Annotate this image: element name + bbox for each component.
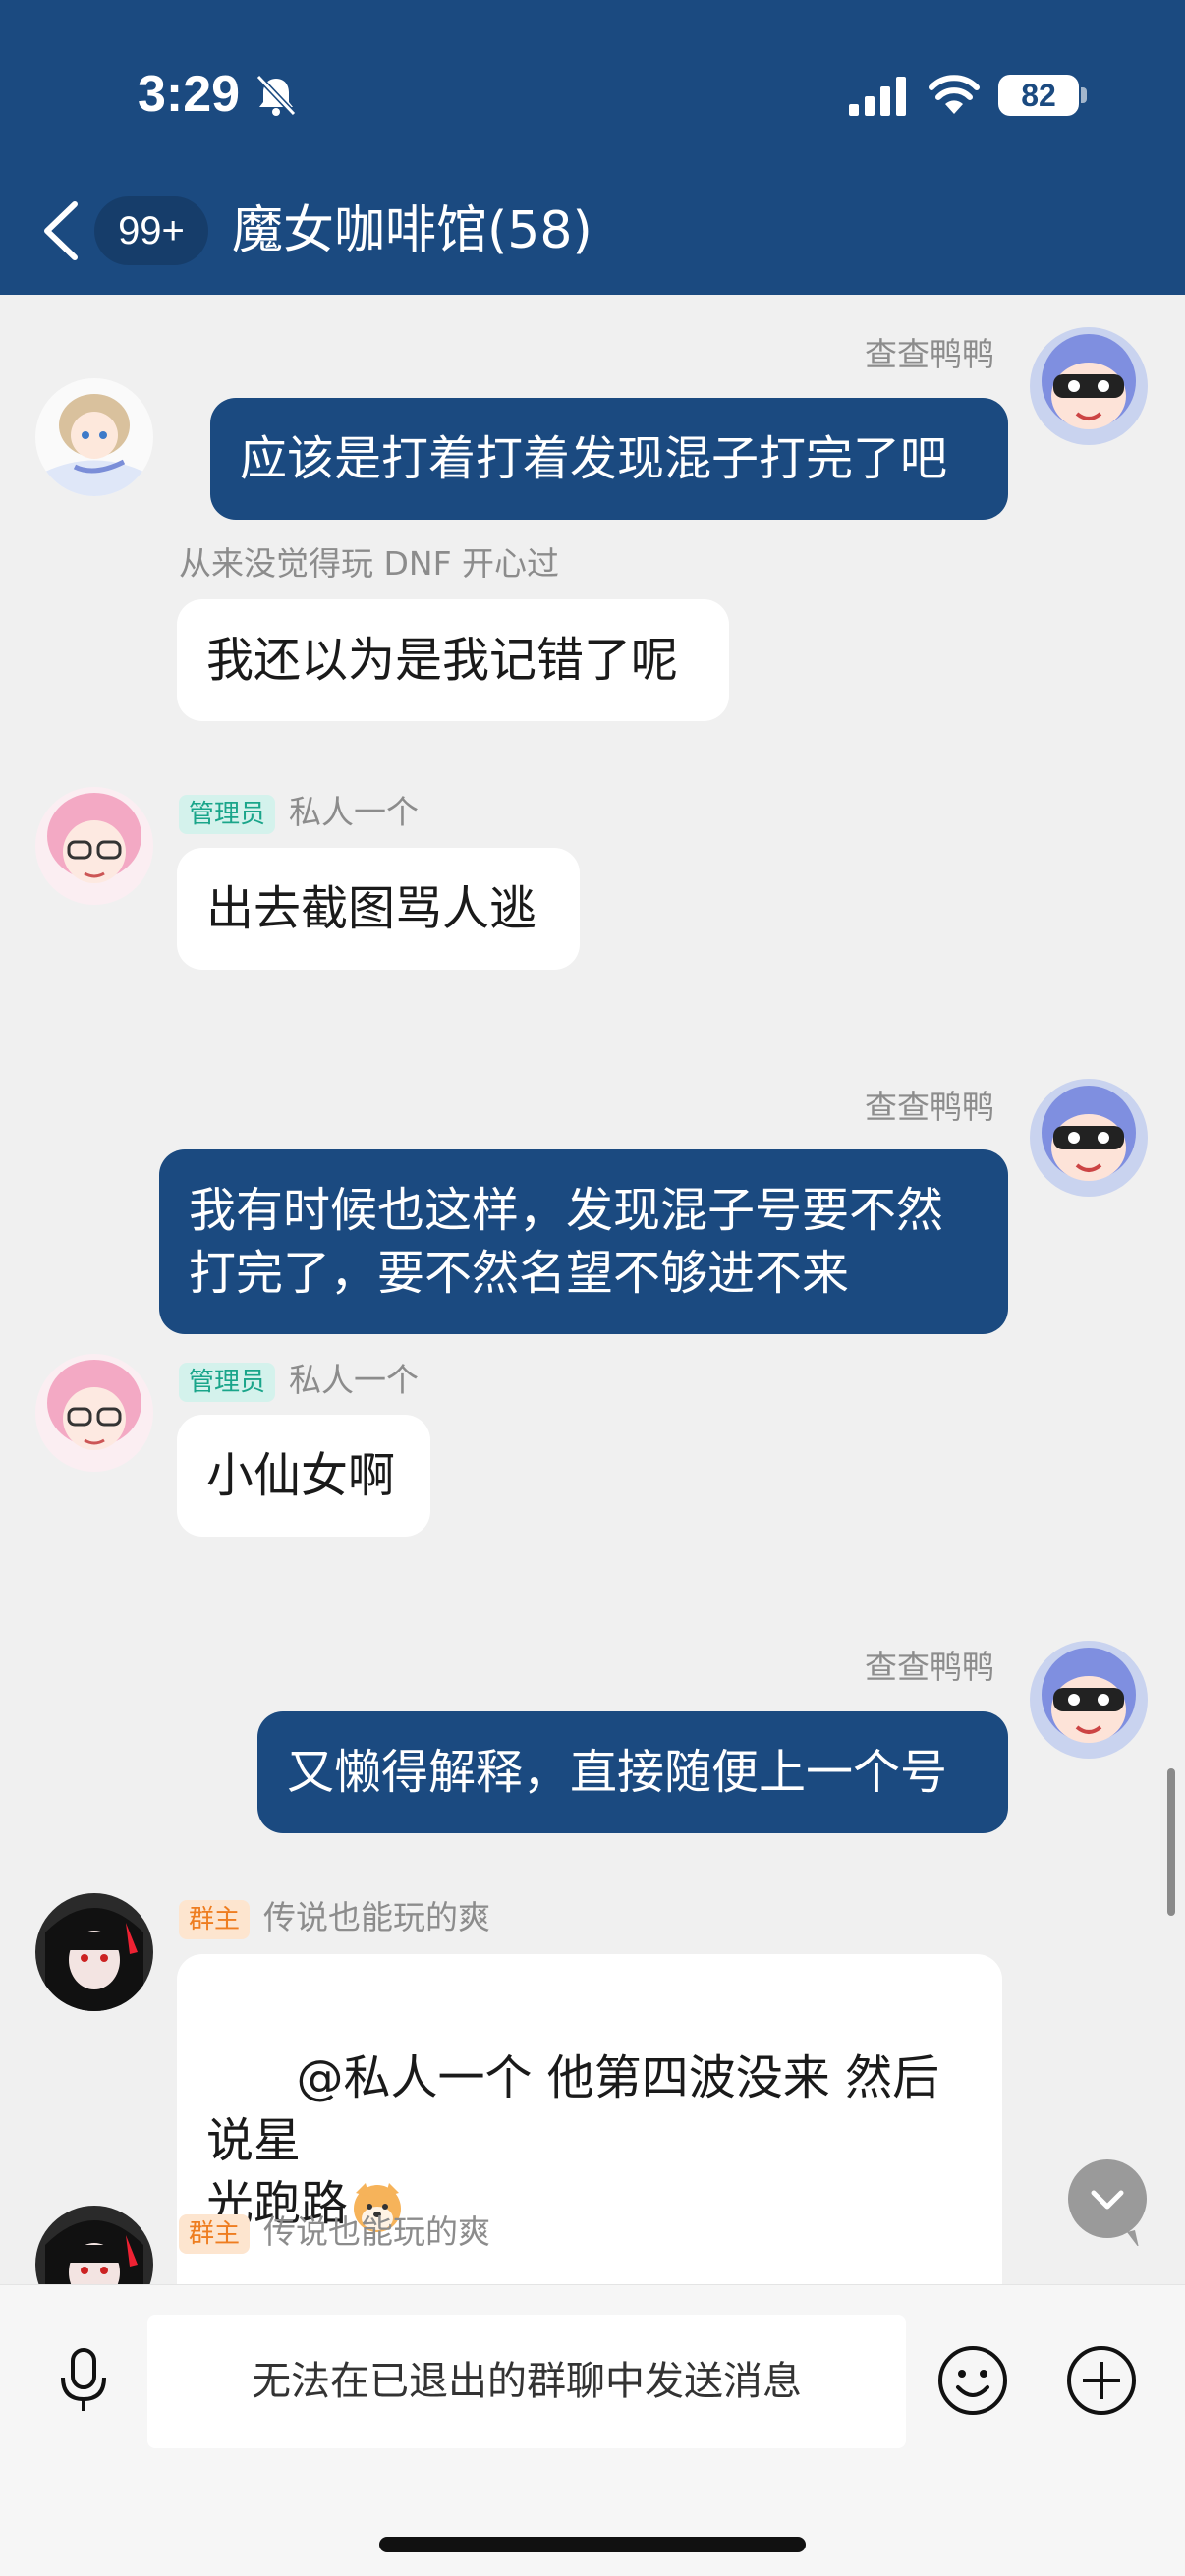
microphone-icon[interactable] [49,2346,118,2415]
avatar[interactable] [35,378,153,496]
message-item: 管理员 私人一个 小仙女啊 [0,1354,1185,1590]
avatar[interactable] [35,2206,153,2284]
sender-name[interactable]: 私人一个 [289,1361,419,1399]
message-item: 查查鸭鸭 又懒得解释，直接随便上一个号 [0,1611,1185,1847]
home-indicator[interactable] [379,2537,806,2552]
status-time: 3:29 [138,66,241,123]
input-bar: 无法在已退出的群聊中发送消息 [0,2284,1185,2576]
avatar[interactable] [1030,1641,1148,1759]
message-bubble[interactable]: 应该是打着打着发现混子打完了吧 [210,398,1008,520]
avatar[interactable] [35,1354,153,1472]
scroll-to-bottom-icon[interactable] [1066,2157,1185,2246]
bell-off-icon [255,74,297,117]
sender-line: 管理员 私人一个 [179,786,419,834]
message-item: 群主 传说也能玩的爽 @私人一个 他第四波没来 然后说星 光跑路 [0,1891,1185,2284]
avatar[interactable] [1030,327,1148,445]
chevron-left-icon[interactable] [39,198,83,263]
sender-line: 群主 传说也能玩的爽 [179,2206,490,2254]
message-list[interactable]: 查查鸭鸭 应该是打着打着发现混子打完了吧 从来没觉得玩 DNF 开心过 我还以为… [0,295,1185,2284]
sender-name[interactable]: 传说也能玩的爽 [263,1898,490,1936]
message-bubble[interactable]: 我有时候也这样，发现混子号要不然 打完了，要不然名望不够进不来 [159,1149,1008,1334]
message-input[interactable]: 无法在已退出的群聊中发送消息 [147,2315,906,2448]
admin-badge: 管理员 [179,1362,276,1402]
avatar[interactable] [35,787,153,905]
battery-icon: 82 [998,75,1079,116]
message-bubble[interactable] [177,2272,841,2284]
message-item: 群主 传说也能玩的爽 [0,2206,1185,2284]
sender-name[interactable]: 私人一个 [289,793,419,831]
owner-badge: 群主 [179,2213,251,2254]
plus-circle-icon[interactable] [1065,2344,1138,2417]
message-text: @私人一个 他第四波没来 然后说星 光跑路 [206,2050,940,2231]
chat-header: 3:29 82 99+ 魔女咖啡馆(58) [0,0,1185,295]
message-item: 查查鸭鸭 我有时候也这样，发现混子号要不然 打完了，要不然名望不够进不来 [0,1051,1185,1366]
message-item: 从来没觉得玩 DNF 开心过 我还以为是我记错了呢 [0,378,1185,766]
message-bubble[interactable]: 出去截图骂人逃 [177,848,580,970]
sender-name[interactable]: 传说也能玩的爽 [263,2212,490,2251]
sender-line: 管理员 私人一个 [179,1354,419,1402]
sender-name[interactable]: 查查鸭鸭 [865,1641,994,1688]
chat-title[interactable]: 魔女咖啡馆(58) [232,198,592,263]
battery-cap [1081,87,1087,103]
avatar[interactable] [35,1893,153,2011]
message-item: 管理员 私人一个 出去截图骂人逃 [0,787,1185,1027]
message-item: 查查鸭鸭 应该是打着打着发现混子打完了吧 [0,295,1185,531]
owner-badge: 群主 [179,1899,251,1939]
signal-icon [849,77,906,116]
sender-name[interactable]: 查查鸭鸭 [865,1081,994,1128]
message-bubble[interactable]: 我还以为是我记错了呢 [177,599,729,721]
sender-line: 群主 传说也能玩的爽 [179,1891,490,1939]
admin-badge: 管理员 [179,794,276,834]
message-bubble[interactable]: 又懒得解释，直接随便上一个号 [257,1711,1008,1833]
scrollbar[interactable] [1167,1768,1175,1916]
avatar[interactable] [1030,1079,1148,1197]
wifi-icon [929,75,980,114]
sender-name[interactable]: 查查鸭鸭 [865,328,994,375]
message-bubble[interactable]: 小仙女啊 [177,1415,430,1537]
smiley-icon[interactable] [936,2344,1009,2417]
sender-name[interactable]: 从来没觉得玩 DNF 开心过 [179,537,559,585]
unread-count-badge[interactable]: 99+ [94,196,208,265]
